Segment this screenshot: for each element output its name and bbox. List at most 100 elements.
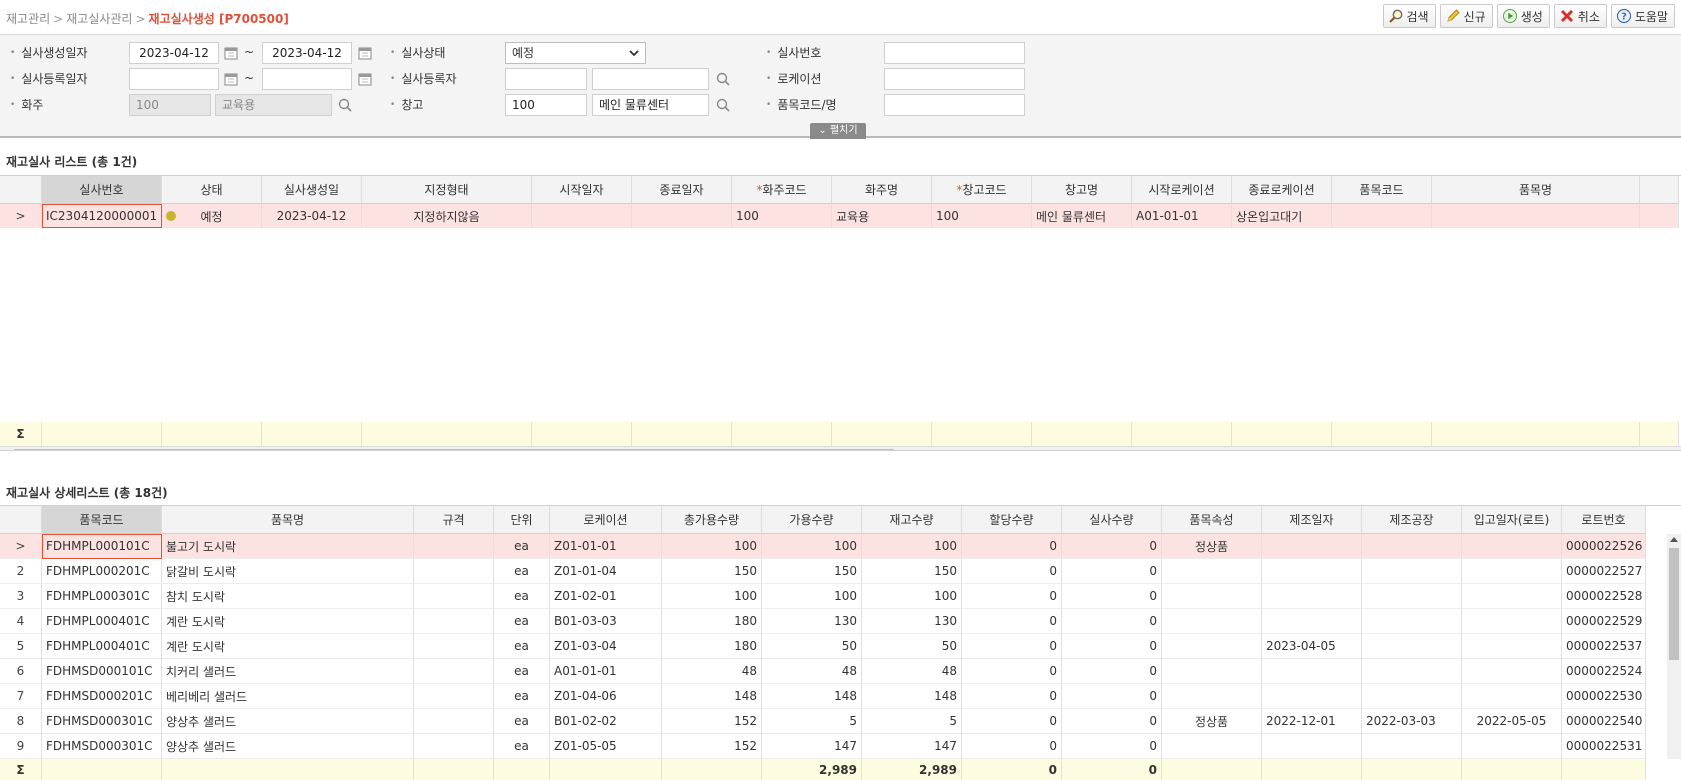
cell-item-code[interactable]: FDHMPL000101C [42, 534, 162, 559]
calendar-icon[interactable] [358, 46, 372, 60]
table-row[interactable]: > FDHMPL000101C 불고기 도시락 ea Z01-01-01 100 100 10… [0, 534, 1681, 559]
table-row[interactable]: 5 FDHMPL000401C 계란 도시락 ea Z01-03-04 180 50 50 0 0… [0, 634, 1681, 659]
cell-designation[interactable]: 지정하지않음 [362, 204, 532, 228]
table-row[interactable]: 2 FDHMPL000201C 닭갈비 도시락 ea Z01-01-04 150 150 15… [0, 559, 1681, 584]
cell-spec[interactable] [414, 734, 494, 759]
cell-alloc[interactable]: 0 [962, 559, 1062, 584]
table-row[interactable]: 4 FDHMPL000401C 계란 도시락 ea B01-03-03 180 130 130… [0, 609, 1681, 634]
cell-item-code[interactable]: FDHMPL000201C [42, 559, 162, 584]
cell-stock[interactable]: 100 [862, 534, 962, 559]
col-lot[interactable]: 로트번호 [1562, 506, 1646, 534]
owner-code-input[interactable]: 100 [129, 94, 211, 116]
cell-lot[interactable]: 0000022524 [1562, 659, 1646, 684]
cell-stock[interactable]: 48 [862, 659, 962, 684]
cell-item-code[interactable]: FDHMSD000201C [42, 684, 162, 709]
cell-end-location[interactable]: 상온입고대기 [1232, 204, 1332, 228]
search-button[interactable]: 검색 [1382, 4, 1436, 28]
cell-spec[interactable] [414, 659, 494, 684]
col-stock[interactable]: 재고수량 [862, 506, 962, 534]
cell-mfg-date[interactable] [1262, 659, 1362, 684]
cell-stock[interactable]: 100 [862, 584, 962, 609]
cell-location[interactable]: Z01-05-05 [550, 734, 662, 759]
breadcrumb-item-inventory[interactable]: 재고관리 [6, 12, 50, 26]
item-input[interactable] [884, 94, 1025, 116]
cell-item-code[interactable]: FDHMSD000101C [42, 659, 162, 684]
cell-total-avail[interactable]: 148 [662, 684, 762, 709]
cell-item-code[interactable]: FDHMPL000301C [42, 584, 162, 609]
cell-stock[interactable]: 148 [862, 684, 962, 709]
cell-item-name[interactable] [1432, 204, 1640, 228]
col-owner-name[interactable]: 화주명 [832, 176, 932, 204]
cell-lot[interactable]: 0000022540 [1562, 709, 1646, 734]
col-owner-code[interactable]: * 화주코드 [732, 176, 832, 204]
cell-item-code[interactable]: FDHMPL000401C [42, 609, 162, 634]
cell-unit[interactable]: ea [494, 734, 550, 759]
col-warehouse-name[interactable]: 창고명 [1032, 176, 1132, 204]
cell-alloc[interactable]: 0 [962, 709, 1062, 734]
cell-lot[interactable]: 0000022530 [1562, 684, 1646, 709]
cell-item-name[interactable]: 닭갈비 도시락 [162, 559, 414, 584]
cell-item-name[interactable]: 참치 도시락 [162, 584, 414, 609]
lookup-search-icon[interactable] [715, 71, 731, 87]
cell-mfg-date[interactable] [1262, 609, 1362, 634]
cell-spec[interactable] [414, 634, 494, 659]
cell-unit[interactable]: ea [494, 584, 550, 609]
reg-date-to-input[interactable] [262, 68, 352, 90]
cell-attr[interactable] [1162, 659, 1262, 684]
col-item-code[interactable]: 품목코드 [42, 506, 162, 534]
cell-mfg-date[interactable] [1262, 734, 1362, 759]
cell-location[interactable]: B01-03-03 [550, 609, 662, 634]
col-item-code[interactable]: 품목코드 [1332, 176, 1432, 204]
registrant-code-input[interactable] [505, 68, 587, 90]
cell-stock[interactable]: 5 [862, 709, 962, 734]
scroll-right-icon[interactable] [1670, 450, 1678, 451]
cell-in-date[interactable]: 2022-05-05 [1462, 709, 1562, 734]
cancel-button[interactable]: 취소 [1553, 4, 1607, 28]
cell-actual[interactable]: 0 [1062, 659, 1162, 684]
warehouse-name-input[interactable]: 메인 물류센터 [592, 94, 709, 116]
cell-avail[interactable]: 147 [762, 734, 862, 759]
new-button[interactable]: 신규 [1439, 4, 1493, 28]
cell-total-avail[interactable]: 48 [662, 659, 762, 684]
cell-total-avail[interactable]: 100 [662, 534, 762, 559]
cell-mfg-date[interactable] [1262, 534, 1362, 559]
cell-start-date[interactable] [532, 204, 632, 228]
cell-spec[interactable] [414, 709, 494, 734]
scrollbar-thumb[interactable] [14, 449, 894, 450]
help-button[interactable]: ? 도움말 [1610, 4, 1675, 28]
cell-avail[interactable]: 48 [762, 659, 862, 684]
cell-factory[interactable]: 2022-03-03 [1362, 709, 1462, 734]
cell-attr[interactable] [1162, 609, 1262, 634]
cell-warehouse-code[interactable]: 100 [932, 204, 1032, 228]
cell-location[interactable]: A01-01-01 [550, 659, 662, 684]
table-row[interactable]: 8 FDHMSD000301C 양상추 샐러드 ea B01-02-02 152 5 5 0 0 정… [0, 709, 1681, 734]
col-unit[interactable]: 단위 [494, 506, 550, 534]
scrollbar-thumb[interactable] [1669, 548, 1679, 660]
col-alloc[interactable]: 할당수량 [962, 506, 1062, 534]
col-location[interactable]: 로케이션 [550, 506, 662, 534]
create-button[interactable]: 생성 [1496, 4, 1550, 28]
cell-unit[interactable]: ea [494, 534, 550, 559]
cell-item-name[interactable]: 양상추 샐러드 [162, 734, 414, 759]
cell-total-avail[interactable]: 150 [662, 559, 762, 584]
cell-alloc[interactable]: 0 [962, 734, 1062, 759]
cell-actual[interactable]: 0 [1062, 684, 1162, 709]
lookup-search-icon[interactable] [715, 97, 731, 113]
create-date-from-input[interactable]: 2023-04-12 [129, 42, 219, 64]
cell-in-date[interactable] [1462, 634, 1562, 659]
cell-location[interactable]: Z01-01-04 [550, 559, 662, 584]
cell-inspect-no[interactable]: IC2304120000001 [42, 204, 162, 228]
col-start-date[interactable]: 시작일자 [532, 176, 632, 204]
cell-attr[interactable] [1162, 734, 1262, 759]
cell-avail[interactable]: 150 [762, 559, 862, 584]
cell-factory[interactable] [1362, 734, 1462, 759]
cell-alloc[interactable]: 0 [962, 659, 1062, 684]
cell-alloc[interactable]: 0 [962, 534, 1062, 559]
cell-item-name[interactable]: 계란 도시락 [162, 634, 414, 659]
col-end-location[interactable]: 종료로케이션 [1232, 176, 1332, 204]
cell-spec[interactable] [414, 534, 494, 559]
cell-lot[interactable]: 0000022528 [1562, 584, 1646, 609]
col-total-avail[interactable]: 총가용수량 [662, 506, 762, 534]
cell-item-code[interactable]: FDHMSD000301C [42, 709, 162, 734]
col-avail[interactable]: 가용수량 [762, 506, 862, 534]
